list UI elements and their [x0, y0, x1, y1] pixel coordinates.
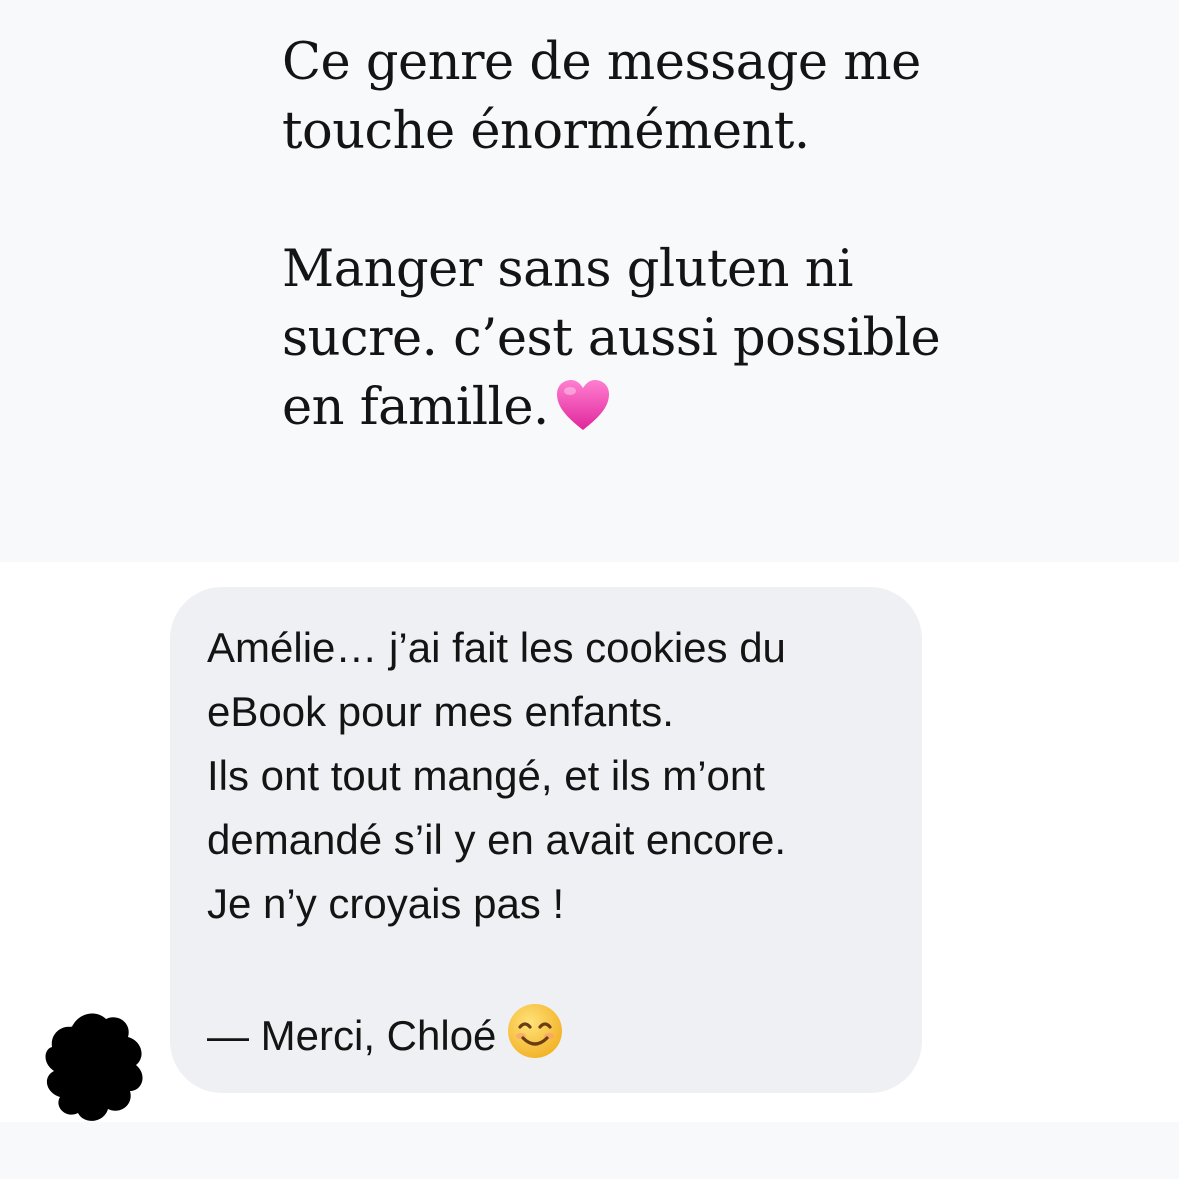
caption-line: Ce genre de message me	[282, 33, 921, 92]
message-line: demandé s’il y en avait encore.	[207, 816, 786, 863]
bottom-strip	[0, 1122, 1179, 1179]
message-text: Amélie… j’ai fait les cookies du eBook p…	[207, 616, 907, 1078]
post-caption-panel: Ce genre de message me touche énormément…	[0, 0, 1179, 562]
message-line: Je n’y croyais pas !	[207, 880, 565, 927]
message-line: Amélie… j’ai fait les cookies du	[207, 624, 786, 671]
caption-line: Manger sans gluten ni	[282, 240, 853, 299]
caption-line: touche énormément.	[282, 102, 810, 161]
pink-heart-icon	[555, 378, 611, 450]
message-line: eBook pour mes enfants.	[207, 688, 674, 735]
smiling-face-icon	[506, 1002, 564, 1078]
caption-line: sucre. c’est aussi possible	[282, 309, 941, 368]
message-line: Ils ont tout mangé, et ils m’ont	[207, 752, 765, 799]
message-signature: — Merci, Chloé	[207, 1012, 497, 1059]
page: Ce genre de message me touche énormément…	[0, 0, 1179, 1179]
message-signature-line: — Merci, Chloé	[207, 1002, 907, 1078]
caption-line-with-heart: en famille.	[282, 373, 1142, 450]
post-caption: Ce genre de message me touche énormément…	[282, 28, 1142, 450]
caption-line: en famille.	[282, 378, 549, 437]
avatar[interactable]	[40, 1003, 150, 1129]
